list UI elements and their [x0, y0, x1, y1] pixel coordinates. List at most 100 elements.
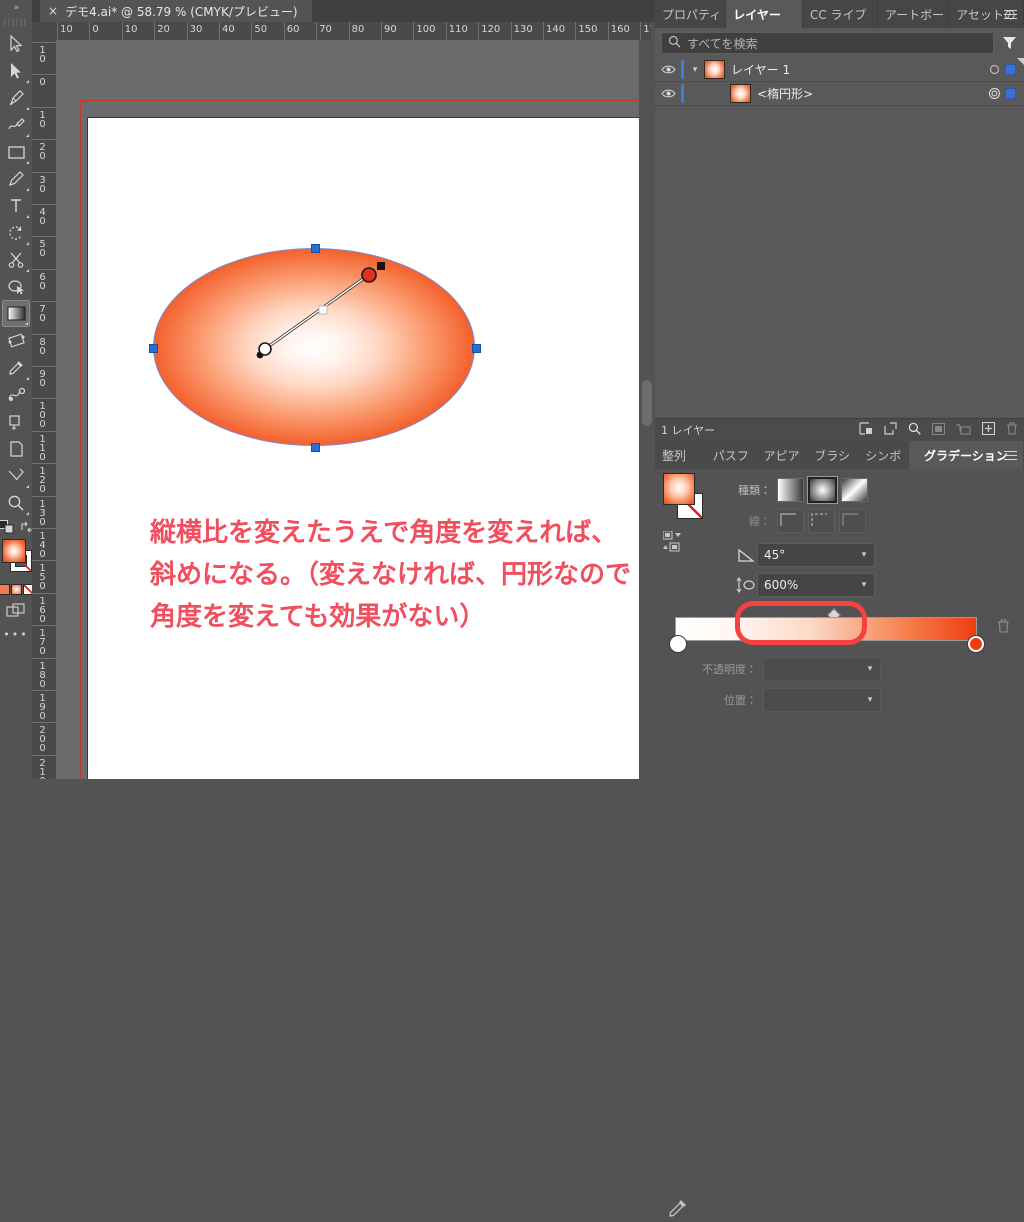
- type-tool[interactable]: [2, 192, 30, 219]
- ellipse-object-group[interactable]: [153, 248, 475, 446]
- gradient-annotator[interactable]: [153, 248, 483, 458]
- selection-indicator[interactable]: [1005, 88, 1016, 99]
- tab-align[interactable]: 整列: [655, 441, 705, 469]
- shape-builder-tool[interactable]: [2, 408, 30, 435]
- hamburger-icon[interactable]: [1000, 446, 1020, 464]
- linear-gradient-button[interactable]: [777, 478, 804, 502]
- rectangle-tool[interactable]: [2, 138, 30, 165]
- color-button[interactable]: [0, 584, 10, 595]
- screen-mode-icon[interactable]: [6, 603, 26, 622]
- fill-swatch-gradient[interactable]: [2, 539, 26, 563]
- chevron-down-icon[interactable]: ▾: [854, 580, 874, 590]
- hamburger-icon[interactable]: [1000, 5, 1020, 23]
- shaper-tool[interactable]: [2, 273, 30, 300]
- opacity-field[interactable]: ▾: [763, 657, 881, 681]
- tool-flyout-indicator: [26, 188, 29, 191]
- fill-stroke-mini-icon[interactable]: [0, 520, 15, 537]
- release-to-layers-icon[interactable]: [884, 422, 897, 438]
- ruler-label: 80: [349, 24, 365, 35]
- eyedropper-tool[interactable]: [2, 354, 30, 381]
- search-input[interactable]: すべてを検索: [661, 32, 994, 54]
- create-sublayer-icon[interactable]: [956, 423, 971, 438]
- free-transform-tool[interactable]: [2, 327, 30, 354]
- layer-row-parent[interactable]: ▾ レイヤー 1: [655, 58, 1024, 82]
- tab-properties[interactable]: プロパティ: [655, 0, 725, 28]
- rotate-tool[interactable]: [2, 219, 30, 246]
- gradient-button[interactable]: [11, 584, 22, 595]
- stroke-gradient-along-button[interactable]: [808, 509, 835, 533]
- gradient-aspect-ratio-value[interactable]: 600%: [758, 578, 854, 592]
- delete-layer-icon[interactable]: [1006, 422, 1018, 438]
- ruler-label: 200: [37, 725, 48, 752]
- curvature-tool[interactable]: [2, 111, 30, 138]
- fill-stroke-swatches[interactable]: [1, 539, 31, 581]
- filter-icon[interactable]: [1000, 36, 1018, 50]
- tab-appearance[interactable]: アピア: [757, 441, 807, 469]
- slice-tool[interactable]: [2, 462, 30, 489]
- vertical-ruler[interactable]: 1001020304050607080901001101201301401501…: [32, 40, 57, 779]
- stroke-gradient-within-button[interactable]: [777, 509, 804, 533]
- selection-tool[interactable]: [2, 30, 30, 57]
- toolbar-drag-grip[interactable]: [4, 18, 28, 26]
- tab-pathfinder[interactable]: パスフ: [706, 441, 756, 469]
- scissors-tool[interactable]: [2, 246, 30, 273]
- gradient-angle-field[interactable]: 45° ▾: [757, 543, 875, 567]
- new-layer-icon[interactable]: [982, 422, 995, 438]
- chevron-down-icon[interactable]: ▾: [860, 664, 880, 674]
- search-icon[interactable]: [908, 422, 921, 438]
- tab-brushes[interactable]: ブラシ: [807, 441, 857, 469]
- location-field[interactable]: ▾: [763, 688, 881, 712]
- canvas-vertical-scrollbar[interactable]: [639, 40, 655, 779]
- target-indicator[interactable]: [983, 87, 1005, 100]
- zoom-tool[interactable]: [2, 489, 30, 516]
- layer-name[interactable]: <楕円形>: [757, 85, 983, 102]
- eyedropper-icon[interactable]: [667, 1197, 689, 1222]
- edit-toolbar-button[interactable]: •••: [3, 628, 28, 641]
- ruler-tick: [32, 463, 56, 464]
- tools-panel: »: [0, 0, 33, 779]
- toolbar-expand-chevron[interactable]: »: [0, 0, 32, 16]
- tab-layers[interactable]: レイヤー: [726, 0, 802, 28]
- gradient-fill-swatch[interactable]: [663, 473, 695, 505]
- gradient-angle-value[interactable]: 45°: [758, 548, 854, 562]
- layers-list[interactable]: ▾ レイヤー 1 <楕円形>: [655, 58, 1024, 418]
- freeform-gradient-button[interactable]: [841, 478, 868, 502]
- locate-object-icon[interactable]: [859, 422, 873, 438]
- chevron-down-icon[interactable]: ▾: [688, 65, 702, 75]
- gradient-stop-start[interactable]: [670, 636, 686, 652]
- pen-tool[interactable]: [2, 84, 30, 111]
- gradient-tool[interactable]: [2, 300, 30, 327]
- chevron-down-icon[interactable]: ▾: [860, 695, 880, 705]
- eye-icon[interactable]: [655, 64, 681, 75]
- ruler-label: 10: [57, 24, 73, 35]
- document-tab[interactable]: × デモ4.ai* @ 58.79 % (CMYK/プレビュー): [40, 0, 312, 22]
- blend-tool[interactable]: [2, 381, 30, 408]
- make-mask-icon[interactable]: [932, 423, 945, 438]
- target-indicator[interactable]: [983, 64, 1005, 75]
- pencil-tool[interactable]: [2, 165, 30, 192]
- trash-icon[interactable]: [997, 619, 1010, 636]
- direct-selection-tool[interactable]: [2, 57, 30, 84]
- canvas-area[interactable]: [56, 40, 639, 779]
- gradient-stop-end[interactable]: [968, 636, 984, 652]
- ruler-tick: [32, 42, 56, 43]
- artboard-tool[interactable]: [2, 435, 30, 462]
- tab-artboards[interactable]: アートボー: [878, 0, 948, 28]
- layer-name[interactable]: レイヤー 1: [731, 61, 983, 78]
- horizontal-ruler[interactable]: 1001020304050607080901001101201301401501…: [56, 22, 651, 41]
- ruler-origin[interactable]: [32, 22, 57, 41]
- gradient-aspect-ratio-field[interactable]: 600% ▾: [757, 573, 875, 597]
- tab-symbols[interactable]: シンボ: [858, 441, 908, 469]
- tab-cc-libraries[interactable]: CC ライブ: [803, 0, 877, 28]
- chevron-down-icon[interactable]: ▾: [854, 550, 874, 560]
- layer-row-child[interactable]: <楕円形>: [655, 82, 1024, 106]
- stroke-gradient-across-button[interactable]: [839, 509, 866, 533]
- close-icon[interactable]: ×: [48, 4, 58, 18]
- selection-indicator[interactable]: [1005, 64, 1016, 75]
- ruler-label: 10: [122, 24, 138, 35]
- scrollbar-thumb[interactable]: [642, 380, 652, 426]
- artboard[interactable]: [87, 117, 639, 779]
- eye-icon[interactable]: [655, 88, 681, 99]
- color-mode-buttons[interactable]: [0, 584, 34, 595]
- radial-gradient-button[interactable]: [808, 477, 837, 503]
